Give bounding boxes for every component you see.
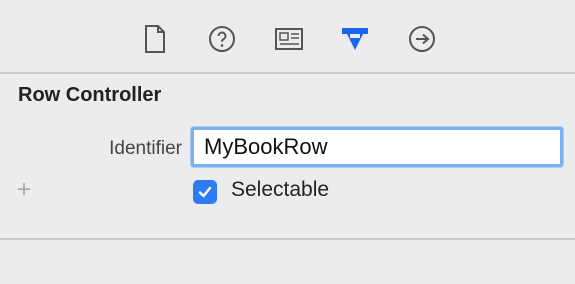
- identifier-input[interactable]: [191, 127, 563, 167]
- file-inspector-icon[interactable]: [138, 22, 172, 56]
- selectable-checkbox[interactable]: [193, 180, 217, 204]
- connections-inspector-icon[interactable]: [405, 22, 439, 56]
- divider: [0, 238, 575, 240]
- quick-help-icon[interactable]: [205, 22, 239, 56]
- selectable-label[interactable]: Selectable: [231, 178, 329, 202]
- checkmark-icon: [198, 186, 212, 198]
- identity-inspector-icon[interactable]: [272, 22, 306, 56]
- add-button[interactable]: +: [17, 176, 31, 204]
- section-title: Row Controller: [18, 84, 162, 106]
- identifier-label: Identifier: [109, 138, 182, 159]
- inspector-toolbar: [0, 0, 575, 74]
- attributes-inspector-icon[interactable]: [338, 22, 372, 56]
